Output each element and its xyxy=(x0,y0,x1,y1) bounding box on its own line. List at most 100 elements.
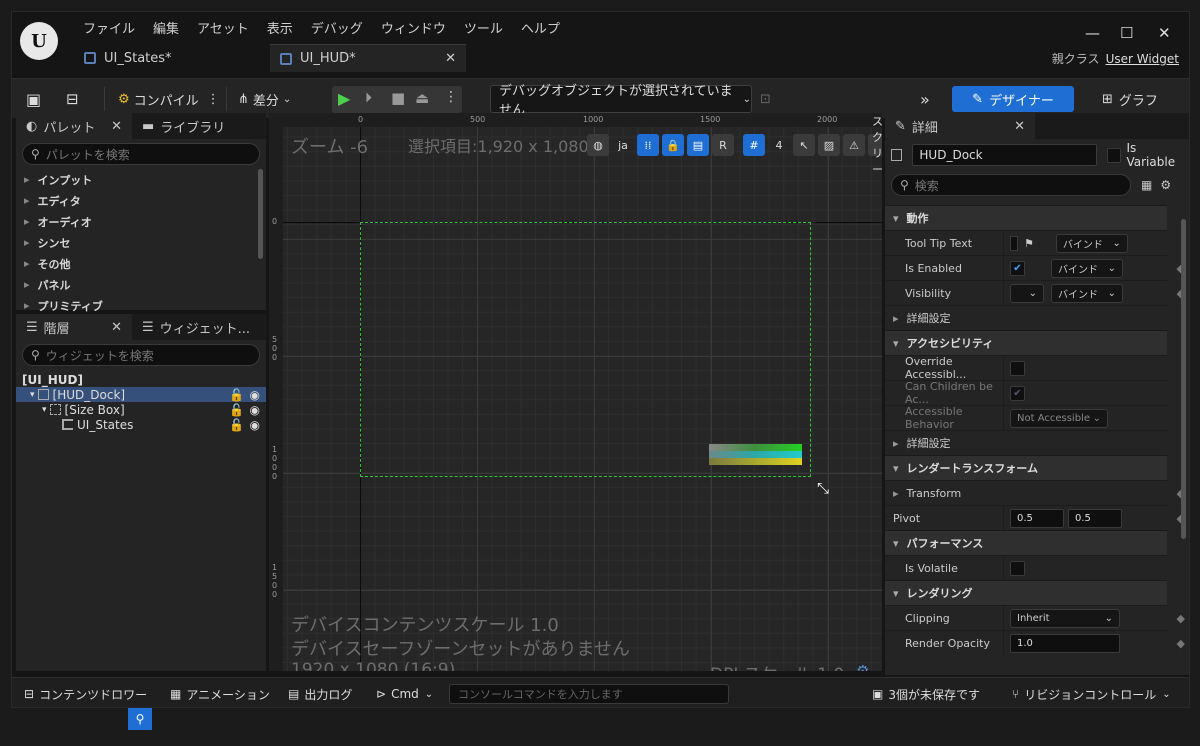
console-input[interactable]: コンソールコマンドを入力します xyxy=(449,684,729,704)
category-input[interactable]: インプット xyxy=(16,169,266,190)
chevron-down-icon[interactable]: ▾ xyxy=(42,405,47,415)
compile-button[interactable]: ⚙ コンパイル ⋮ xyxy=(118,86,220,112)
unsaved-button[interactable]: ▣ 3個が未保存です xyxy=(872,684,980,704)
menu-file[interactable]: ファイル xyxy=(74,18,144,37)
compile-options-icon[interactable]: ⋮ xyxy=(207,92,220,107)
content-drawer-button[interactable]: ⊟ コンテンツドロワー xyxy=(24,684,147,704)
output-log-button[interactable]: ▤ 出力ログ xyxy=(288,684,352,704)
tab-ui-states[interactable]: UI_States* xyxy=(74,44,264,72)
menu-help[interactable]: ヘルプ xyxy=(512,18,569,37)
stop-icon[interactable]: ■ xyxy=(391,89,405,107)
render-opacity-input[interactable]: 1.0 xyxy=(1010,633,1120,653)
category-primitive[interactable]: プリミティブ xyxy=(16,295,266,316)
category-editor[interactable]: エディタ xyxy=(16,190,266,211)
hud-dock-bounds[interactable] xyxy=(360,222,811,477)
tree-root[interactable]: [UI_HUD] xyxy=(16,372,266,387)
section-behavior[interactable]: 動作 xyxy=(885,205,1167,230)
cursor-icon[interactable]: ↖ xyxy=(793,134,815,156)
table-view-icon[interactable]: ▦ xyxy=(1141,178,1152,192)
bind-dropdown[interactable]: バインド ⌄ xyxy=(1051,283,1123,303)
gear-icon[interactable]: ⚙ xyxy=(1160,178,1171,192)
grid-snap-icon[interactable]: # xyxy=(743,134,765,156)
category-synth[interactable]: シンセ xyxy=(16,232,266,253)
eject-icon[interactable]: ⏏ xyxy=(415,89,429,107)
eye-icon[interactable]: ◉ xyxy=(250,418,260,432)
graph-mode-button[interactable]: ⊞ グラフ xyxy=(1102,86,1158,112)
designer-mode-button[interactable]: ✎ デザイナー xyxy=(952,86,1074,112)
close-tab-icon[interactable]: ✕ xyxy=(445,51,456,66)
gear-icon[interactable]: ⚙ xyxy=(856,662,869,671)
menu-window[interactable]: ウィンドウ xyxy=(372,18,455,37)
revision-control-button[interactable]: ⑂ リビジョンコントロール ⌄ xyxy=(1012,684,1171,704)
prop-transform[interactable]: Transform ◆ xyxy=(885,480,1185,505)
menu-view[interactable]: 表示 xyxy=(258,18,302,37)
pivot-y-input[interactable]: 0.5 xyxy=(1068,508,1122,528)
tab-library[interactable]: ▬ ライブラリ xyxy=(132,113,236,139)
lock-icon[interactable]: 🔒 xyxy=(662,134,684,156)
culture-label[interactable]: ja xyxy=(612,134,634,156)
debug-find-icon[interactable]: ⊡ xyxy=(760,86,771,112)
category-panel[interactable]: パネル xyxy=(16,274,266,295)
close-icon[interactable]: ✕ xyxy=(111,320,122,335)
scrollbar[interactable] xyxy=(258,169,263,259)
play-options-icon[interactable]: ⋮ xyxy=(444,89,458,105)
play-icon[interactable]: ▶ xyxy=(338,89,350,108)
menu-debug[interactable]: デバッグ xyxy=(302,18,372,37)
debug-object-select[interactable]: デバッグオブジェクトが選択されていません ⌄ xyxy=(490,84,752,118)
category-audio[interactable]: オーディオ xyxy=(16,211,266,232)
clipping-dropdown[interactable]: Inherit ⌄ xyxy=(1010,608,1120,628)
behavior-advanced[interactable]: 詳細設定 xyxy=(885,305,1167,330)
category-other[interactable]: その他 xyxy=(16,253,266,274)
screen-size-select[interactable]: スクリー xyxy=(868,115,882,176)
tree-item-hud-dock[interactable]: ▾ [HUD_Dock] 🔓 ◉ xyxy=(16,387,266,402)
respect-locks-toggle[interactable]: R xyxy=(712,134,734,156)
tab-palette[interactable]: ◐ パレット ✕ xyxy=(16,113,132,139)
section-performance[interactable]: パフォーマンス xyxy=(885,530,1167,555)
eye-icon[interactable]: ◉ xyxy=(250,388,260,402)
warning-icon[interactable]: ⚠ xyxy=(843,134,865,156)
accessibility-advanced[interactable]: 詳細設定 xyxy=(885,430,1167,455)
menu-asset[interactable]: アセット xyxy=(188,18,258,37)
maximize-icon[interactable]: ☐ xyxy=(1120,24,1133,42)
close-icon[interactable]: ✕ xyxy=(111,119,122,134)
widget-search-input[interactable]: ⚲ ウィジェットを検索 xyxy=(22,344,260,366)
close-icon[interactable]: ✕ xyxy=(1014,119,1025,134)
lock-icon[interactable]: 🔓 xyxy=(229,403,244,417)
tree-item-size-box[interactable]: ▾ [Size Box] 🔓 ◉ xyxy=(16,402,266,417)
reset-icon[interactable]: ◆ xyxy=(1177,612,1185,625)
tab-widget-reflector[interactable]: ☰ ウィジェット... xyxy=(132,314,261,340)
details-search-input[interactable]: ⚲ 検索 xyxy=(891,174,1131,196)
section-render-transform[interactable]: レンダートランスフォーム xyxy=(885,455,1167,480)
animation-button[interactable]: ▦ アニメーション xyxy=(170,684,270,704)
close-window-icon[interactable]: ✕ xyxy=(1158,24,1171,42)
ui-states-preview[interactable] xyxy=(709,444,802,466)
tree-item-ui-states[interactable]: UI_States 🔓 ◉ xyxy=(16,417,266,432)
reset-icon[interactable]: ◆ xyxy=(1177,637,1185,650)
bind-dropdown[interactable]: バインド ⌄ xyxy=(1051,258,1123,278)
is-enabled-checkbox[interactable]: ✔ xyxy=(1010,260,1025,276)
browse-icon[interactable]: ⊟ xyxy=(66,86,79,112)
parent-class-link[interactable]: User Widget xyxy=(1106,52,1179,66)
minimize-icon[interactable]: — xyxy=(1085,24,1100,42)
cmd-select[interactable]: ⊳ Cmd ⌄ xyxy=(376,684,433,704)
search-icon[interactable]: ⚲ xyxy=(128,708,152,730)
lock-icon[interactable]: 🔓 xyxy=(229,418,244,432)
resize-handle-icon[interactable]: ⤡ xyxy=(817,479,829,497)
scrollbar[interactable] xyxy=(1181,219,1186,539)
section-rendering[interactable]: レンダリング xyxy=(885,580,1167,605)
menu-edit[interactable]: 編集 xyxy=(144,18,188,37)
palette-search-input[interactable]: ⚲ パレットを検索 xyxy=(22,143,260,165)
tab-details[interactable]: ✎ 詳細 ✕ xyxy=(885,113,1035,139)
is-variable-checkbox[interactable] xyxy=(1107,147,1122,163)
section-accessibility[interactable]: アクセシビリティ xyxy=(885,330,1167,355)
unreal-logo-icon[interactable]: U xyxy=(20,22,58,60)
grid-dots-icon[interactable]: ⁞⁞ xyxy=(637,134,659,156)
save-icon[interactable]: ▣ xyxy=(26,86,41,112)
tab-ui-hud[interactable]: UI_HUD* ✕ xyxy=(270,44,466,72)
widget-name-input[interactable]: HUD_Dock xyxy=(912,144,1098,166)
is-volatile-checkbox[interactable] xyxy=(1010,560,1025,576)
tooltip-input[interactable] xyxy=(1010,235,1018,251)
grid-snap-value[interactable]: 4 xyxy=(768,134,790,156)
visibility-dropdown[interactable]: ⌄ xyxy=(1010,283,1044,303)
override-accessible-checkbox[interactable] xyxy=(1010,360,1025,376)
